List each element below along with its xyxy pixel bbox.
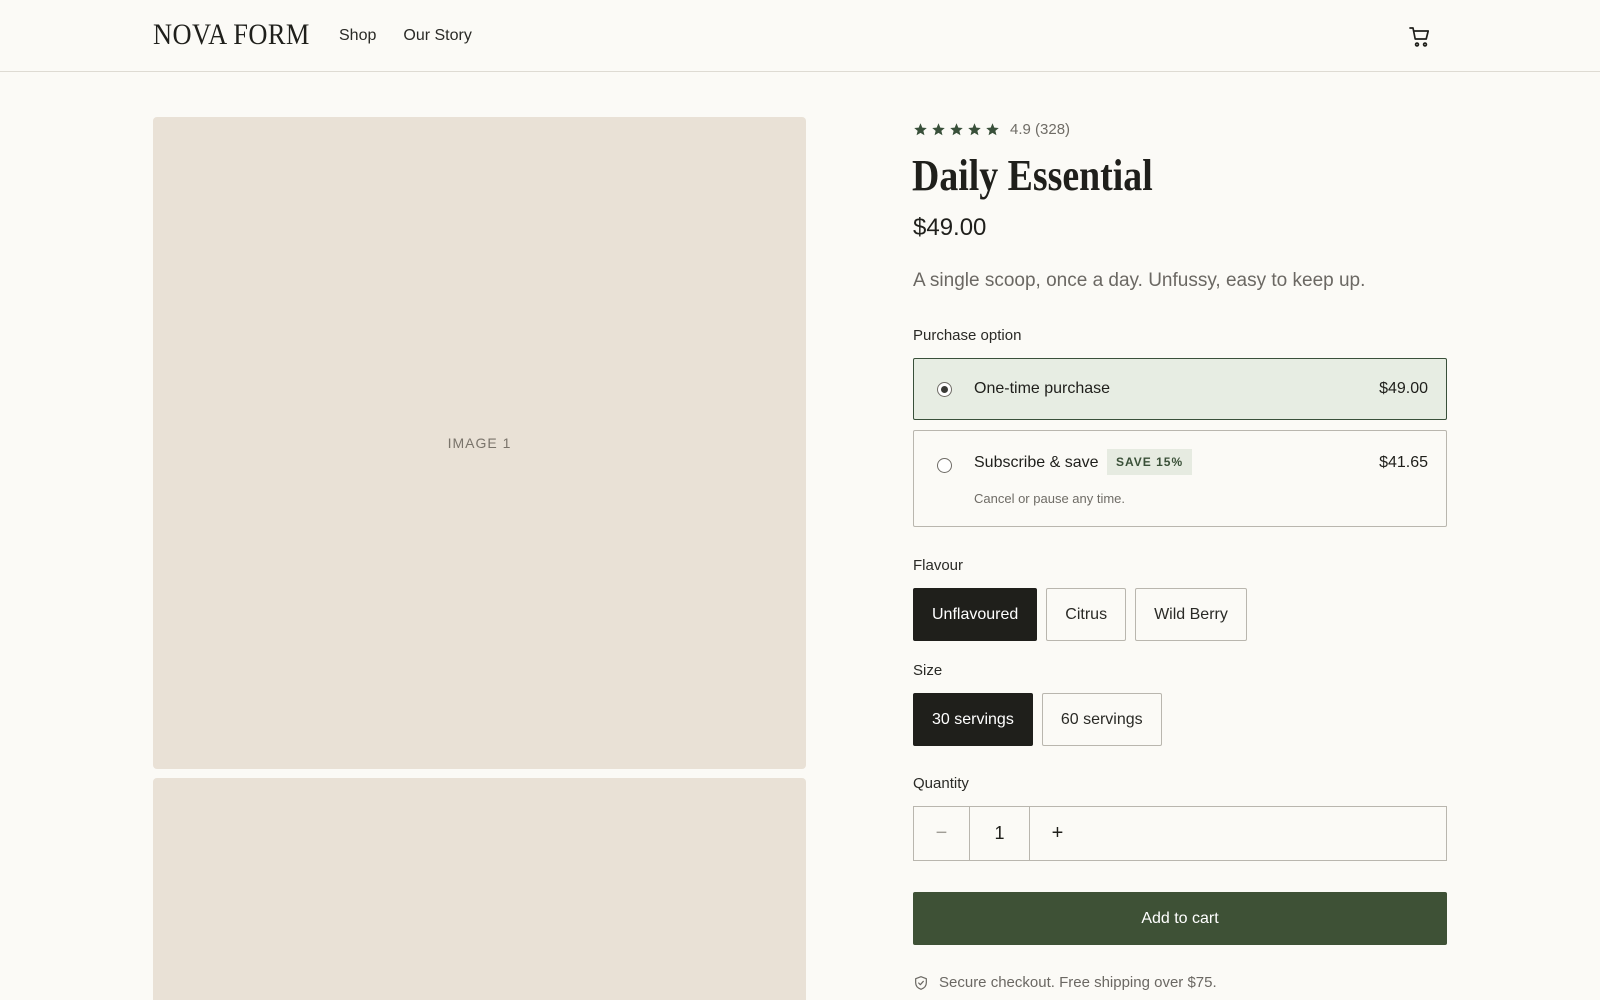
nav-shop[interactable]: Shop [339,27,376,45]
product-image-2[interactable] [153,778,806,1000]
flavour-options: Unflavoured Citrus Wild Berry [913,588,1247,641]
purchase-option-label: Purchase option [913,327,1022,344]
site-header: NOVA FORM Shop Our Story [0,0,1600,72]
product-price: $49.00 [913,214,987,241]
flavour-wild-berry[interactable]: Wild Berry [1135,588,1247,641]
size-60-servings[interactable]: 60 servings [1041,693,1162,746]
add-to-cart-button[interactable]: Add to cart [913,892,1447,945]
quantity-decrease-button[interactable]: − [914,807,969,860]
radio-one-time[interactable] [937,382,952,397]
size-30-servings[interactable]: 30 servings [913,693,1033,746]
secure-checkout-note: Secure checkout. Free shipping over $75. [913,974,1217,991]
secure-text: Secure checkout. Free shipping over $75. [939,974,1217,991]
rating[interactable]: 4.9 (328) [913,121,1070,138]
cart-icon[interactable] [1408,25,1432,49]
radio-subscribe[interactable] [937,458,952,473]
rating-count: 4.9 (328) [1010,121,1071,138]
shield-check-icon [915,975,927,990]
option-price: $49.00 [1379,380,1428,397]
option-price: $41.65 [1379,454,1428,471]
rating-stars [913,122,1000,137]
option-name: One-time purchase [974,380,1111,397]
save-badge: SAVE 15% [1107,449,1193,475]
main-nav: Shop Our Story [339,27,472,45]
image-label: IMAGE 1 [447,435,512,451]
size-options: 30 servings 60 servings [913,693,1162,746]
option-note: Cancel or pause any time. [974,491,1126,506]
star-icon [986,123,999,136]
product-image-1[interactable]: IMAGE 1 [153,117,806,769]
flavour-citrus[interactable]: Citrus [1046,588,1127,641]
flavour-label: Flavour [913,557,964,574]
flavour-unflavoured[interactable]: Unflavoured [913,588,1038,641]
star-icon [914,123,927,136]
logo[interactable]: NOVA FORM [153,18,310,52]
product-description: A single scoop, once a day. Unfussy, eas… [913,270,1366,291]
quantity-label: Quantity [913,775,969,792]
star-icon [932,123,945,136]
option-subscribe[interactable]: Subscribe & save SAVE 15% $41.65 Cancel … [913,430,1447,527]
quantity-increase-button[interactable]: + [1030,807,1085,860]
option-one-time[interactable]: One-time purchase $49.00 [913,358,1447,420]
quantity-stepper: − 1 + [913,806,1447,861]
product-title: Daily Essential [912,151,1153,200]
size-label: Size [913,662,943,679]
nav-our-story[interactable]: Our Story [403,27,471,45]
star-icon [968,123,981,136]
quantity-value[interactable]: 1 [969,807,1030,860]
star-icon [950,123,963,136]
option-name: Subscribe & save [974,454,1099,471]
